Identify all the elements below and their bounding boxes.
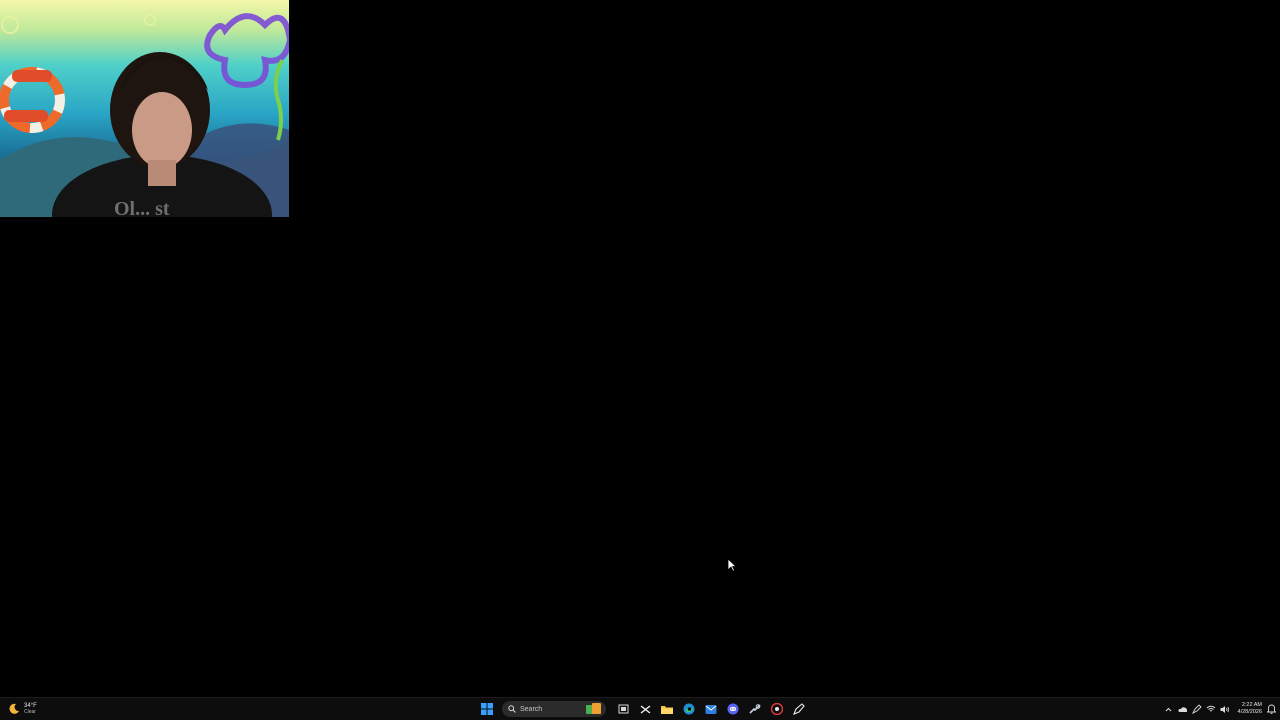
capcut-icon	[640, 704, 650, 714]
taskbar-center: Search	[476, 700, 810, 718]
clock-date: 4/28/2026	[1237, 709, 1262, 715]
search-highlight-icon	[586, 703, 601, 714]
weather-condition: Clear	[24, 709, 36, 715]
taskbar-search[interactable]: Search	[502, 701, 606, 717]
weather-widget[interactable]: 34°F Clear	[8, 700, 37, 718]
shirt-text: Ol... st	[114, 198, 170, 217]
notification-button[interactable]	[1266, 702, 1276, 716]
taskbar: 34°F Clear Search 2:22 AM 4/28/2026	[0, 697, 1280, 720]
pen-icon	[793, 703, 805, 715]
wifi-icon	[1206, 705, 1215, 712]
clock-time: 2:22 AM	[1241, 702, 1262, 708]
task-view-icon	[618, 704, 628, 713]
file-explorer-button[interactable]	[658, 700, 676, 718]
capcut-button[interactable]	[636, 700, 654, 718]
volume-button[interactable]	[1219, 702, 1230, 716]
mouse-cursor-icon	[727, 558, 737, 572]
folder-icon	[661, 705, 673, 714]
notification-icon	[1266, 704, 1276, 714]
webcam-scene: Ol... st	[0, 13, 289, 217]
search-placeholder: Search	[520, 705, 543, 713]
discord-icon	[727, 703, 739, 715]
browser-icon	[771, 703, 783, 715]
pen-tray-button[interactable]	[1191, 702, 1202, 716]
windows-logo-icon	[481, 703, 493, 715]
taskbar-clock[interactable]: 2:22 AM 4/28/2026	[1238, 702, 1262, 716]
network-button[interactable]	[1205, 702, 1216, 716]
browser-button[interactable]	[768, 700, 786, 718]
onedrive-cloud-icon	[1177, 706, 1187, 712]
discord-button[interactable]	[724, 700, 742, 718]
mail-icon	[705, 705, 717, 714]
start-button[interactable]	[478, 700, 496, 718]
pen-tool-button[interactable]	[790, 700, 808, 718]
steam-icon	[749, 704, 761, 714]
desktop: Ol... st	[0, 0, 1280, 697]
onedrive-button[interactable]	[1177, 702, 1188, 716]
mail-button[interactable]	[702, 700, 720, 718]
weather-moon-icon	[9, 703, 19, 714]
system-tray: 2:22 AM 4/28/2026	[1162, 700, 1280, 718]
pen-tray-icon	[1191, 704, 1202, 714]
task-view-button[interactable]	[614, 700, 632, 718]
life-buoy-sign	[0, 67, 65, 133]
edge-icon	[683, 703, 695, 715]
edge-button[interactable]	[680, 700, 698, 718]
search-icon	[508, 705, 516, 713]
webcam-overlay: Ol... st	[0, 0, 289, 217]
volume-icon	[1220, 705, 1229, 713]
steam-button[interactable]	[746, 700, 764, 718]
chevron-up-icon	[1165, 707, 1172, 711]
tray-overflow-button[interactable]	[1163, 702, 1174, 716]
